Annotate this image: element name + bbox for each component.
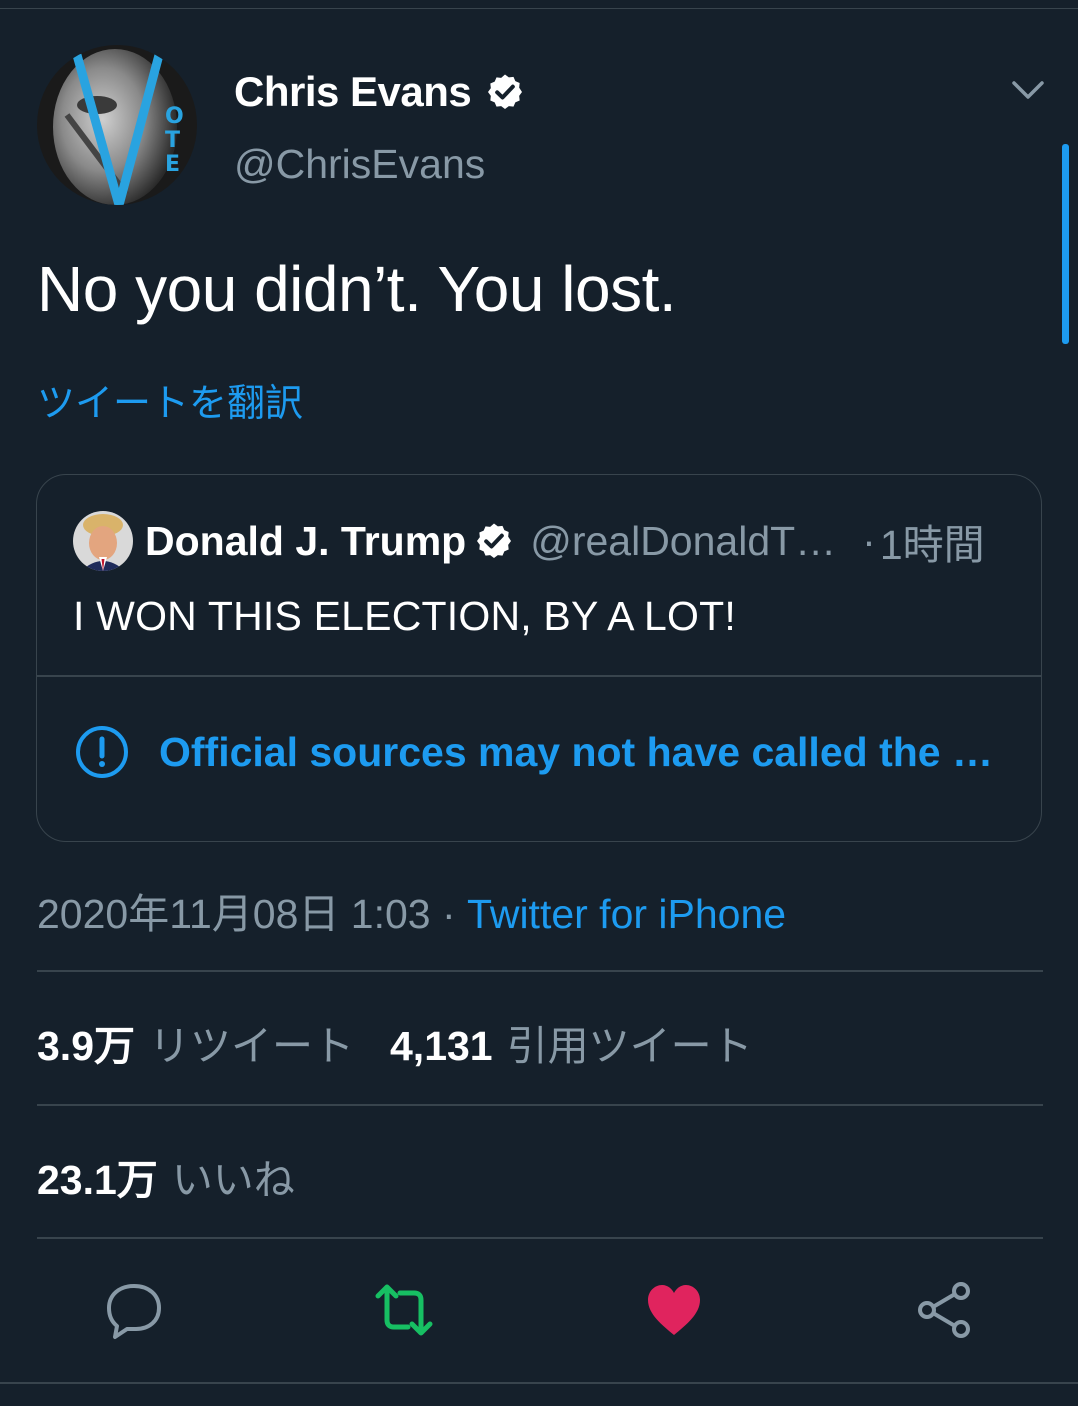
quoted-author-avatar-image: [73, 511, 133, 571]
retweet-stats-row: 3.9万 リツイート 4,131 引用ツイート: [37, 1012, 753, 1072]
quoted-tweet-card[interactable]: Donald J. Trump @realDonaldT… · 1時間 I WO…: [36, 474, 1042, 842]
quote-tweets-stat[interactable]: 4,131 引用ツイート: [390, 1023, 753, 1069]
quoted-tweet-text: I WON THIS ELECTION, BY A LOT!: [73, 593, 736, 639]
author-avatar-image: O T E: [37, 45, 197, 205]
stats-divider-top: [37, 970, 1043, 972]
quote-tweets-count: 4,131: [390, 1023, 493, 1069]
tweet-text: No you didn’t. You lost.: [37, 253, 677, 325]
reply-icon[interactable]: [104, 1280, 164, 1340]
verified-badge-icon: [488, 74, 523, 109]
chevron-down-icon[interactable]: [1010, 74, 1046, 106]
author-display-name[interactable]: Chris Evans: [234, 68, 472, 116]
quoted-tweet-header: Donald J. Trump @realDonaldT… · 1時間: [73, 511, 1013, 571]
quoted-separator: ·: [862, 517, 876, 564]
quoted-author-handle[interactable]: @realDonaldT…: [530, 518, 836, 565]
retweets-stat[interactable]: 3.9万 リツイート: [37, 1023, 354, 1069]
likes-label: いいね: [171, 1157, 295, 1203]
quoted-time: 1時間: [879, 522, 985, 568]
election-notice[interactable]: Official sources may not have called the…: [75, 725, 993, 779]
retweets-label: リツイート: [149, 1023, 354, 1069]
stats-divider-middle: [37, 1104, 1043, 1106]
tweet-source-link[interactable]: Twitter for iPhone: [467, 891, 786, 937]
exclamation-circle-icon: [76, 726, 128, 778]
quoted-author-name[interactable]: Donald J. Trump: [145, 518, 466, 565]
svg-text:T: T: [165, 128, 180, 153]
svg-text:E: E: [165, 152, 180, 177]
author-avatar[interactable]: O T E: [37, 45, 197, 205]
election-notice-text[interactable]: Official sources may not have called the…: [159, 729, 993, 776]
scrollbar-thumb[interactable]: [1062, 144, 1069, 344]
heart-icon[interactable]: [644, 1280, 704, 1340]
top-divider: [0, 8, 1078, 9]
retweet-icon[interactable]: [374, 1280, 434, 1340]
likes-stat[interactable]: 23.1万 いいね: [37, 1146, 295, 1206]
translate-tweet-link[interactable]: ツイートを翻訳: [37, 372, 303, 427]
bottom-divider: [0, 1382, 1078, 1384]
quoted-author-avatar: [73, 511, 133, 571]
meta-separator: ·: [441, 891, 456, 937]
quote-tweets-label: 引用ツイート: [506, 1023, 753, 1069]
stats-divider-bottom: [37, 1237, 1043, 1239]
author-name-row[interactable]: Chris Evans: [234, 68, 525, 116]
retweets-count: 3.9万: [37, 1023, 135, 1069]
verified-badge-icon: [477, 523, 512, 558]
share-icon[interactable]: [914, 1280, 974, 1340]
tweet-meta: 2020年11月08日 1:03 · Twitter for iPhone: [37, 880, 786, 940]
likes-count: 23.1万: [37, 1157, 158, 1203]
tweet-timestamp[interactable]: 2020年11月08日 1:03: [37, 891, 431, 937]
author-handle[interactable]: @ChrisEvans: [234, 141, 485, 188]
quoted-card-divider: [37, 675, 1041, 677]
svg-text:O: O: [165, 104, 184, 129]
